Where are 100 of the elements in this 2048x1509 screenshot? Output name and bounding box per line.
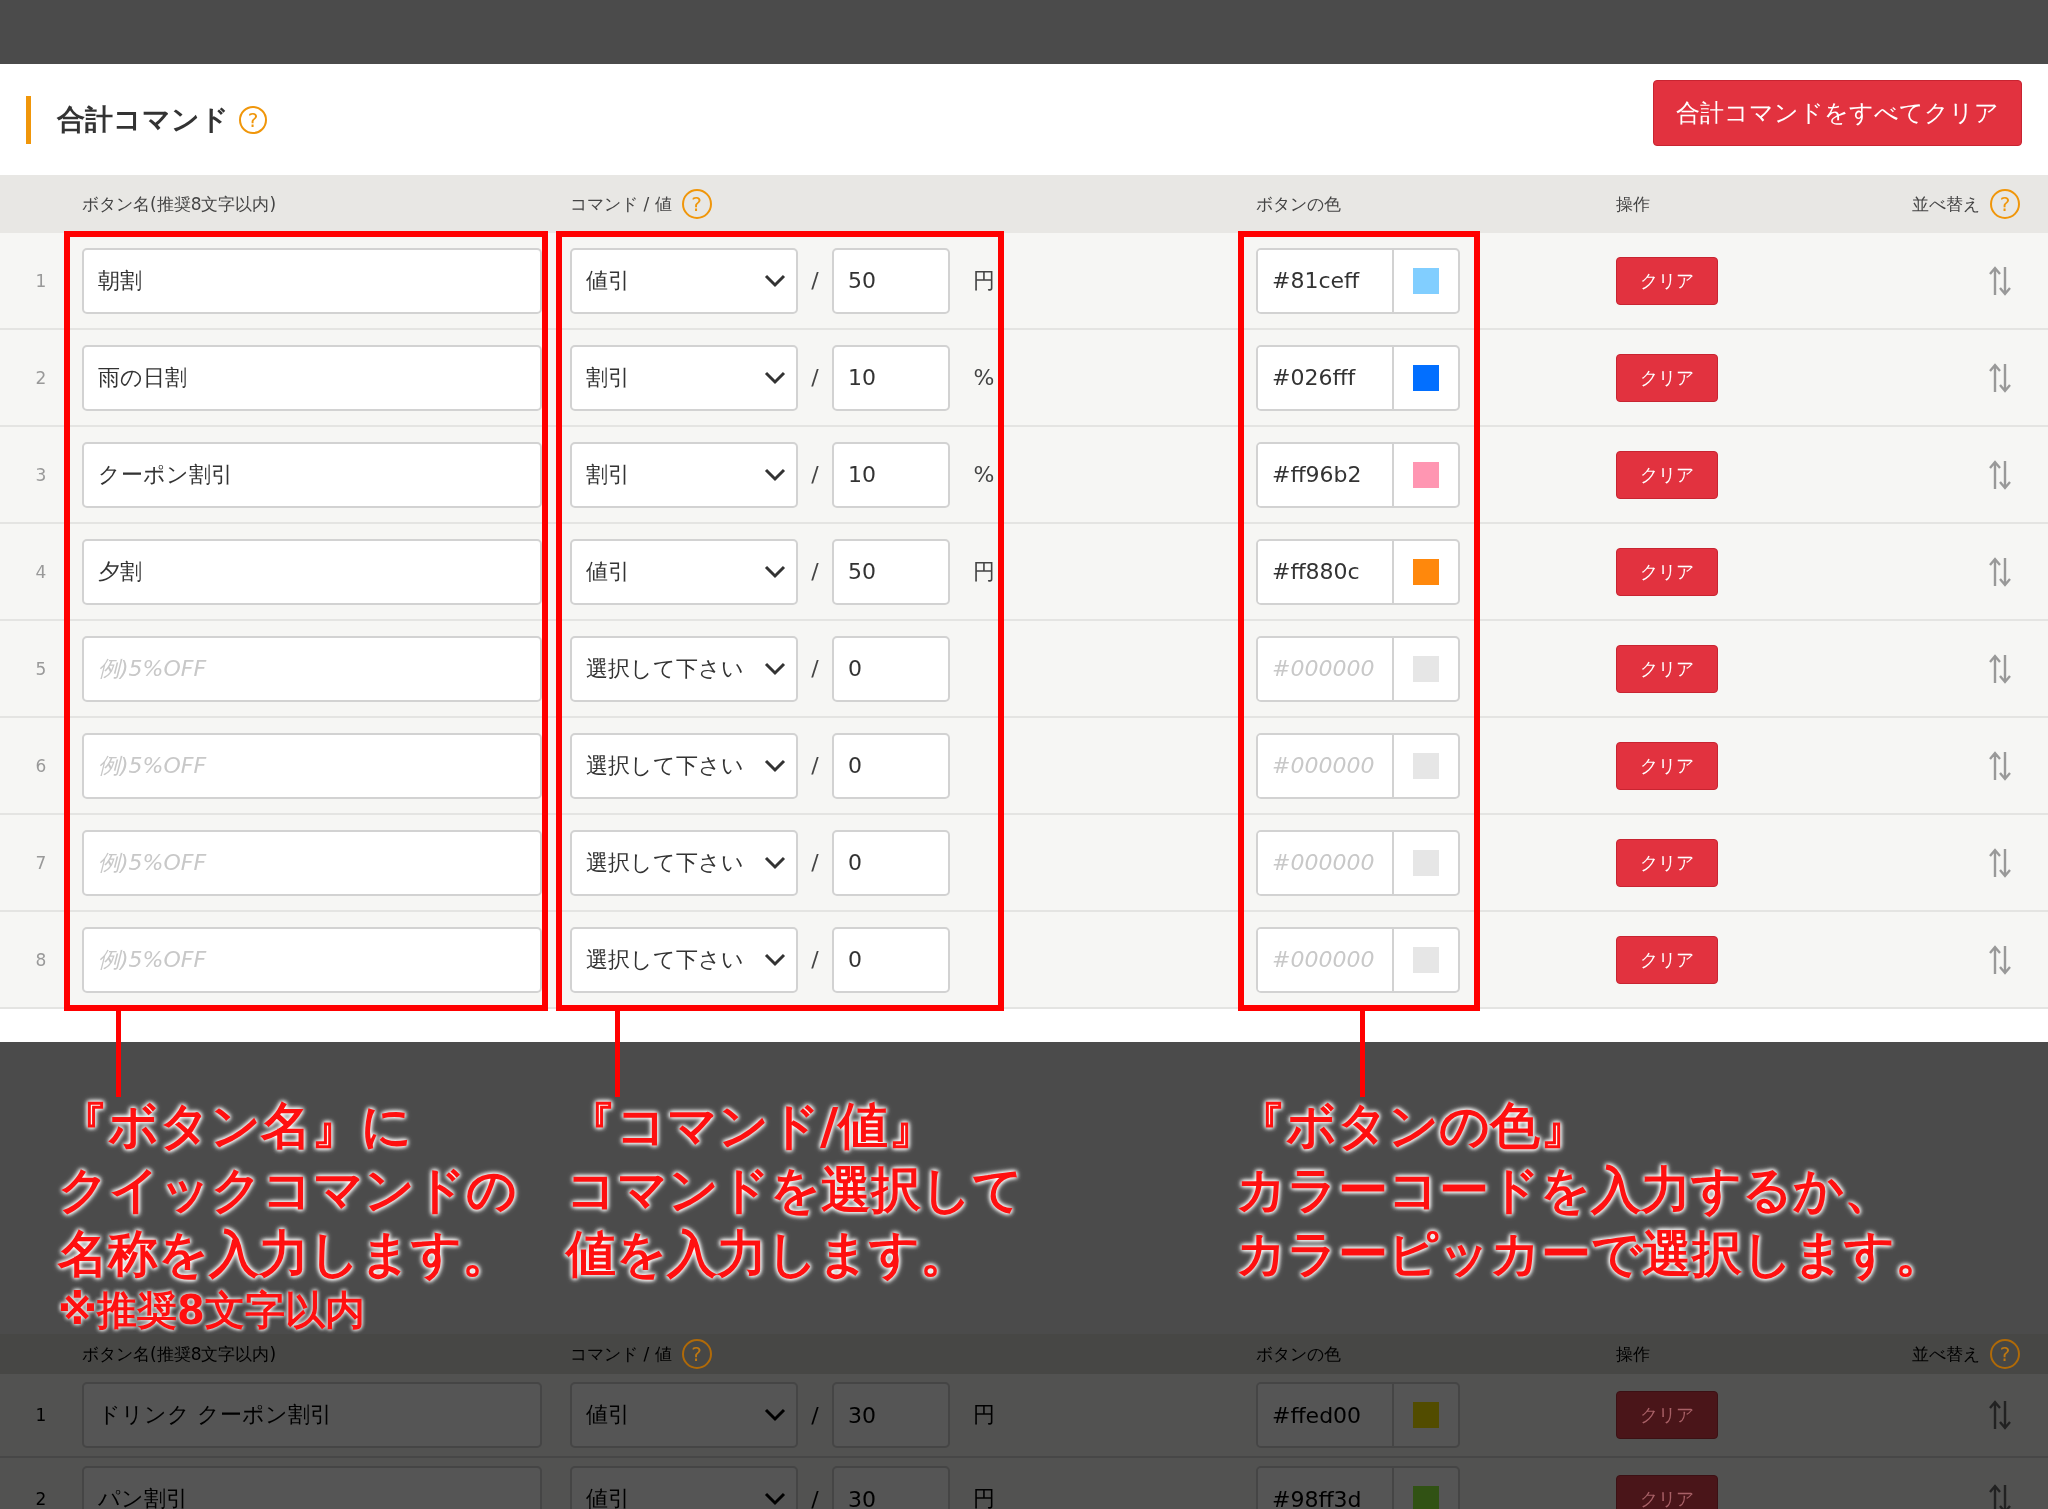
color-swatch[interactable] — [1413, 364, 1439, 391]
chevron-icon — [764, 661, 786, 676]
unit-label: 円 — [972, 266, 996, 295]
sort-arrows-icon[interactable] — [1988, 652, 2012, 685]
color-field[interactable]: #ff96b2 — [1256, 441, 1460, 508]
column-header: コマンド / 値 — [570, 192, 672, 216]
separator-slash: / — [810, 268, 820, 293]
row-number: 5 — [34, 658, 48, 679]
separator-slash: / — [810, 365, 820, 390]
chevron-icon — [764, 467, 786, 482]
row-number: 1 — [34, 270, 48, 291]
row-number: 8 — [34, 949, 48, 970]
clear-button[interactable]: クリア — [1616, 353, 1718, 402]
clear-button[interactable]: クリア — [1616, 450, 1718, 499]
row-number: 1 — [34, 1405, 48, 1425]
separator-slash: / — [810, 462, 820, 487]
column-header: ボタン名(推奨8文字以内) — [82, 1342, 277, 1366]
sort-arrows-icon[interactable] — [1988, 361, 2012, 394]
row-number: 3 — [34, 464, 48, 485]
chevron-icon — [764, 273, 786, 288]
command-dropdown[interactable]: 選択して下さい — [570, 926, 798, 993]
color-swatch[interactable] — [1413, 752, 1439, 779]
button-name-field[interactable]: 夕割 — [82, 538, 542, 605]
unit-label: % — [972, 365, 996, 390]
column-header: 操作 — [1616, 192, 1650, 216]
sort-arrows-icon[interactable] — [1988, 749, 2012, 782]
sort-arrows-icon[interactable] — [1988, 1399, 2012, 1431]
command-dropdown[interactable]: 割引 — [570, 441, 798, 508]
value-field[interactable]: 0 — [832, 829, 950, 896]
clear-button[interactable]: クリア — [1616, 741, 1718, 790]
chevron-icon — [764, 855, 786, 870]
color-swatch[interactable] — [1413, 655, 1439, 682]
separator-slash: / — [810, 1402, 820, 1428]
button-name-field[interactable]: 朝割 — [82, 247, 542, 314]
sort-arrows-icon[interactable] — [1988, 1483, 2012, 1509]
color-swatch[interactable] — [1413, 946, 1439, 973]
column-header: 操作 — [1616, 1342, 1650, 1366]
value-field[interactable]: 0 — [832, 732, 950, 799]
unit-label: 円 — [972, 1401, 996, 1429]
sort-arrows-icon[interactable] — [1988, 846, 2012, 879]
column-header: ボタンの色 — [1256, 192, 1341, 216]
chevron-icon — [764, 370, 786, 385]
accent-bar — [26, 95, 31, 144]
column-header: 並べ替え — [1912, 192, 1980, 216]
callout-text: 『コマンド/値』 コマンドを選択して 値を入力します。 — [566, 1096, 1024, 1285]
sort-arrows-icon[interactable] — [1988, 458, 2012, 491]
command-dropdown[interactable]: 値引 — [570, 538, 798, 605]
color-swatch[interactable] — [1413, 461, 1439, 488]
callout-text: 『ボタンの色』 カラーコードを入力するか、 カラーピッカーで選択します。 — [1236, 1096, 1946, 1285]
chevron-icon — [764, 758, 786, 773]
sort-arrows-icon[interactable] — [1988, 943, 2012, 976]
color-swatch[interactable] — [1413, 558, 1439, 585]
clear-button[interactable]: クリア — [1616, 838, 1718, 887]
value-field[interactable]: 10 — [832, 344, 950, 411]
separator-slash: / — [810, 753, 820, 778]
chevron-icon — [764, 952, 786, 967]
color-field[interactable]: #81ceff — [1256, 247, 1460, 314]
chevron-icon — [764, 1492, 786, 1506]
sort-arrows-icon[interactable] — [1988, 264, 2012, 297]
clear-all-button[interactable]: 合計コマンドをすべてクリア — [1653, 79, 2022, 146]
button-name-field[interactable]: クーポン割引 — [82, 441, 542, 508]
row-number: 2 — [34, 367, 48, 388]
separator-slash: / — [810, 1486, 820, 1509]
command-dropdown[interactable]: 選択して下さい — [570, 635, 798, 702]
command-dropdown[interactable]: 選択して下さい — [570, 732, 798, 799]
value-field[interactable]: 50 — [832, 247, 950, 314]
color-swatch[interactable] — [1413, 1486, 1439, 1509]
button-name-field[interactable]: 雨の日割 — [82, 344, 542, 411]
callout-text: 『ボタン名』に クイックコマンドの 名称を入力します。 — [58, 1096, 518, 1285]
separator-slash: / — [810, 850, 820, 875]
chevron-icon — [764, 564, 786, 579]
clear-button[interactable]: クリア — [1616, 935, 1718, 984]
value-field[interactable]: 10 — [832, 441, 950, 508]
row-number: 2 — [34, 1489, 48, 1509]
color-swatch[interactable] — [1413, 1402, 1439, 1428]
column-header: 並べ替え — [1912, 1342, 1980, 1366]
command-dropdown[interactable]: 値引 — [570, 247, 798, 314]
separator-slash: / — [810, 559, 820, 584]
unit-label: % — [972, 462, 996, 487]
row-number: 4 — [34, 561, 48, 582]
separator-slash: / — [810, 947, 820, 972]
command-dropdown[interactable]: 割引 — [570, 344, 798, 411]
value-field[interactable]: 50 — [832, 538, 950, 605]
separator-slash: / — [810, 656, 820, 681]
section-title: 合計コマンド — [57, 101, 229, 138]
value-field[interactable]: 0 — [832, 926, 950, 993]
chevron-icon — [764, 1408, 786, 1422]
clear-button[interactable]: クリア — [1616, 256, 1718, 305]
row-number: 7 — [34, 852, 48, 873]
row-number: 6 — [34, 755, 48, 776]
color-swatch[interactable] — [1413, 849, 1439, 876]
sort-arrows-icon[interactable] — [1988, 555, 2012, 588]
value-field[interactable]: 0 — [832, 635, 950, 702]
clear-button[interactable]: クリア — [1616, 644, 1718, 693]
color-swatch[interactable] — [1413, 267, 1439, 294]
color-field[interactable]: #026fff — [1256, 344, 1460, 411]
clear-button[interactable]: クリア — [1616, 547, 1718, 596]
color-field[interactable]: #ff880c — [1256, 538, 1460, 605]
command-dropdown[interactable]: 選択して下さい — [570, 829, 798, 896]
callout-note: ※推奨8文字以内 — [58, 1286, 366, 1334]
